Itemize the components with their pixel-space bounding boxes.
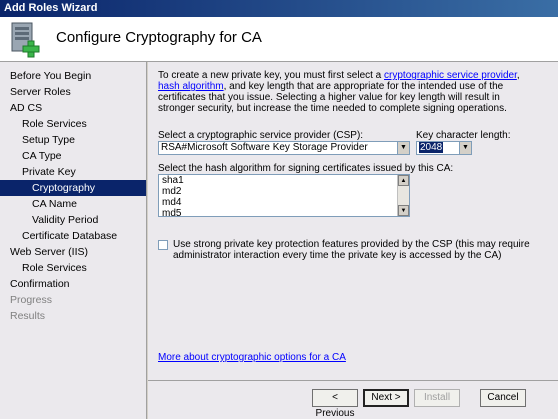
chevron-down-icon[interactable]: ▼ [397, 142, 409, 154]
window-title: Add Roles Wizard [0, 0, 558, 17]
description-part: , [516, 70, 520, 81]
sidebar-item-private-key[interactable]: Private Key [0, 164, 146, 180]
scroll-up-icon[interactable]: ▲ [398, 175, 409, 186]
sidebar-item-ad-cs[interactable]: AD CS [0, 100, 146, 116]
strong-protection-checkbox[interactable] [158, 240, 168, 250]
list-item[interactable]: md2 [159, 186, 409, 197]
sidebar-item-setup-type[interactable]: Setup Type [0, 132, 146, 148]
description-text: To create a new private key, you must fi… [158, 70, 530, 114]
next-button[interactable]: Next > [363, 389, 409, 407]
key-length-label: Key character length: [416, 130, 511, 141]
sidebar-item-progress[interactable]: Progress [0, 292, 146, 308]
sidebar-item-role-services[interactable]: Role Services [0, 260, 146, 276]
csp-select[interactable]: RSA#Microsoft Software Key Storage Provi… [158, 141, 410, 155]
sidebar-item-cryptography[interactable]: Cryptography [0, 180, 146, 196]
description-part: To create a new private key, you must fi… [158, 70, 385, 81]
chevron-down-icon[interactable]: ▼ [459, 142, 471, 154]
server-roles-add-icon [8, 21, 44, 59]
list-scrollbar[interactable]: ▲ ▼ [397, 175, 409, 216]
sidebar-item-role-services[interactable]: Role Services [0, 116, 146, 132]
csp-label: Select a cryptographic service provider … [158, 130, 364, 141]
strong-protection-label: Use strong private key protection featur… [173, 239, 530, 261]
sidebar-item-confirmation[interactable]: Confirmation [0, 276, 146, 292]
csp-help-link[interactable]: cryptographic service provider [384, 70, 517, 81]
list-item[interactable]: sha1 [159, 175, 409, 186]
sidebar-item-ca-type[interactable]: CA Type [0, 148, 146, 164]
sidebar-item-certificate-database[interactable]: Certificate Database [0, 228, 146, 244]
sidebar-item-validity-period[interactable]: Validity Period [0, 212, 146, 228]
hash-algorithm-help-link[interactable]: hash algorithm [158, 81, 224, 92]
wizard-footer: < Previous Next > Install Cancel [148, 380, 558, 419]
hash-algorithm-list[interactable]: sha1 md2 md4 md5 ▲ ▼ [158, 174, 410, 217]
list-item[interactable]: md5 [159, 208, 409, 216]
scroll-down-icon[interactable]: ▼ [398, 205, 409, 216]
previous-button[interactable]: < Previous [312, 389, 358, 419]
install-button[interactable]: Install [414, 389, 460, 407]
more-info-link[interactable]: More about cryptographic options for a C… [158, 352, 346, 363]
key-length-select[interactable]: 2048 ▼ [416, 141, 472, 155]
key-length-value: 2048 [419, 142, 444, 153]
main-content: To create a new private key, you must fi… [148, 62, 558, 380]
page-title: Configure Cryptography for CA [56, 29, 262, 46]
sidebar-item-web-server-iis[interactable]: Web Server (IIS) [0, 244, 146, 260]
sidebar-item-results[interactable]: Results [0, 308, 146, 324]
sidebar-item-ca-name[interactable]: CA Name [0, 196, 146, 212]
sidebar-item-server-roles[interactable]: Server Roles [0, 84, 146, 100]
wizard-header: Configure Cryptography for CA [0, 17, 558, 62]
sidebar-item-before-you-begin[interactable]: Before You Begin [0, 68, 146, 84]
wizard-nav: Before You Begin Server Roles AD CS Role Se… [0, 62, 147, 419]
csp-value: RSA#Microsoft Software Key Storage Provi… [161, 142, 368, 153]
cancel-button[interactable]: Cancel [480, 389, 526, 407]
list-item[interactable]: md4 [159, 197, 409, 208]
hash-label: Select the hash algorithm for signing ce… [158, 163, 454, 174]
